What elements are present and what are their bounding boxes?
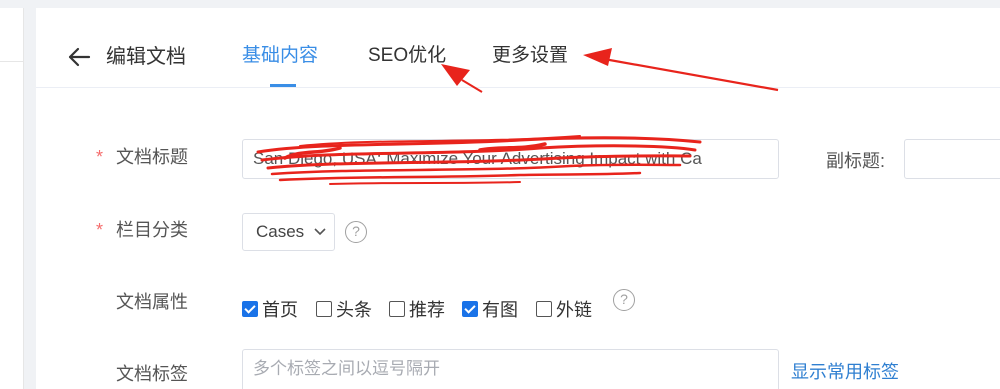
- checkbox-checked: [462, 301, 478, 317]
- required-marker: *: [96, 220, 104, 240]
- show-common-tags-link[interactable]: 显示常用标签: [791, 360, 899, 384]
- tags-label: 文档标签: [116, 364, 188, 384]
- page-title: 编辑文档: [106, 46, 186, 68]
- question-circle-icon[interactable]: ?: [345, 221, 367, 243]
- checkbox-recommend[interactable]: 推荐: [389, 298, 445, 320]
- required-marker: *: [96, 147, 104, 167]
- checkbox-label: 头条: [336, 300, 372, 320]
- edit-document-panel: 编辑文档 基础内容 SEO优化 更多设置 * 文档标题 San Diego, U…: [36, 8, 1000, 389]
- active-tab-indicator: [270, 84, 296, 87]
- checkbox-label: 推荐: [409, 300, 445, 320]
- title-label: 文档标题: [116, 147, 188, 167]
- tab-basic-content[interactable]: 基础内容: [242, 43, 318, 69]
- category-select[interactable]: Cases: [242, 213, 335, 251]
- left-sidebar-edge: [0, 8, 24, 389]
- checkbox-headline[interactable]: 头条: [316, 298, 372, 320]
- question-circle-icon[interactable]: ?: [613, 289, 635, 311]
- arrow-left-icon: [68, 47, 91, 67]
- checkbox-label: 外链: [556, 300, 592, 320]
- category-selected-value: Cases: [256, 222, 305, 241]
- chevron-down-icon: [314, 214, 326, 263]
- checkbox-unchecked: [316, 301, 332, 317]
- page-header: 编辑文档 基础内容 SEO优化 更多设置: [36, 8, 1000, 88]
- checkbox-label: 有图: [482, 300, 518, 320]
- checkbox-checked: [242, 301, 258, 317]
- checkbox-external-link[interactable]: 外链: [536, 298, 592, 320]
- title-input[interactable]: San Diego, USA: Maximize Your Advertisin…: [242, 139, 779, 179]
- sidebar-divider: [0, 61, 24, 62]
- checkbox-homepage[interactable]: 首页: [242, 298, 298, 320]
- checkbox-has-image[interactable]: 有图: [462, 298, 518, 320]
- tags-input[interactable]: 多个标签之间以逗号隔开: [242, 349, 779, 389]
- tab-more-settings[interactable]: 更多设置: [492, 43, 568, 69]
- category-label: 栏目分类: [116, 220, 188, 240]
- attributes-label: 文档属性: [116, 292, 188, 312]
- subtitle-label: 副标题:: [826, 151, 886, 171]
- checkbox-unchecked: [536, 301, 552, 317]
- checkbox-label: 首页: [262, 300, 298, 320]
- subtitle-input[interactable]: [904, 139, 1000, 179]
- back-button[interactable]: [66, 44, 92, 70]
- tab-seo[interactable]: SEO优化: [368, 43, 446, 69]
- checkbox-unchecked: [389, 301, 405, 317]
